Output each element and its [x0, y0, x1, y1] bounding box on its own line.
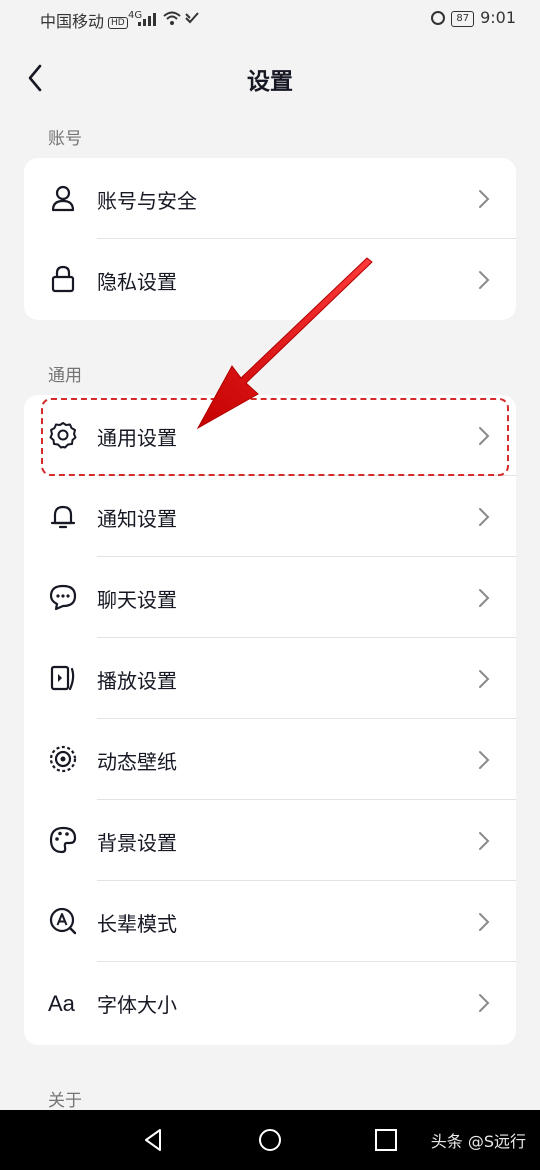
nav-back-icon[interactable]	[140, 1126, 168, 1154]
watermark-text: 头条 @S远行	[430, 1132, 526, 1151]
annotation-arrow-icon	[196, 257, 373, 430]
nav-recents-icon[interactable]	[372, 1126, 400, 1154]
nav-home-icon[interactable]	[256, 1126, 284, 1154]
system-navigation-bar: 头条 @S远行	[0, 1110, 540, 1170]
